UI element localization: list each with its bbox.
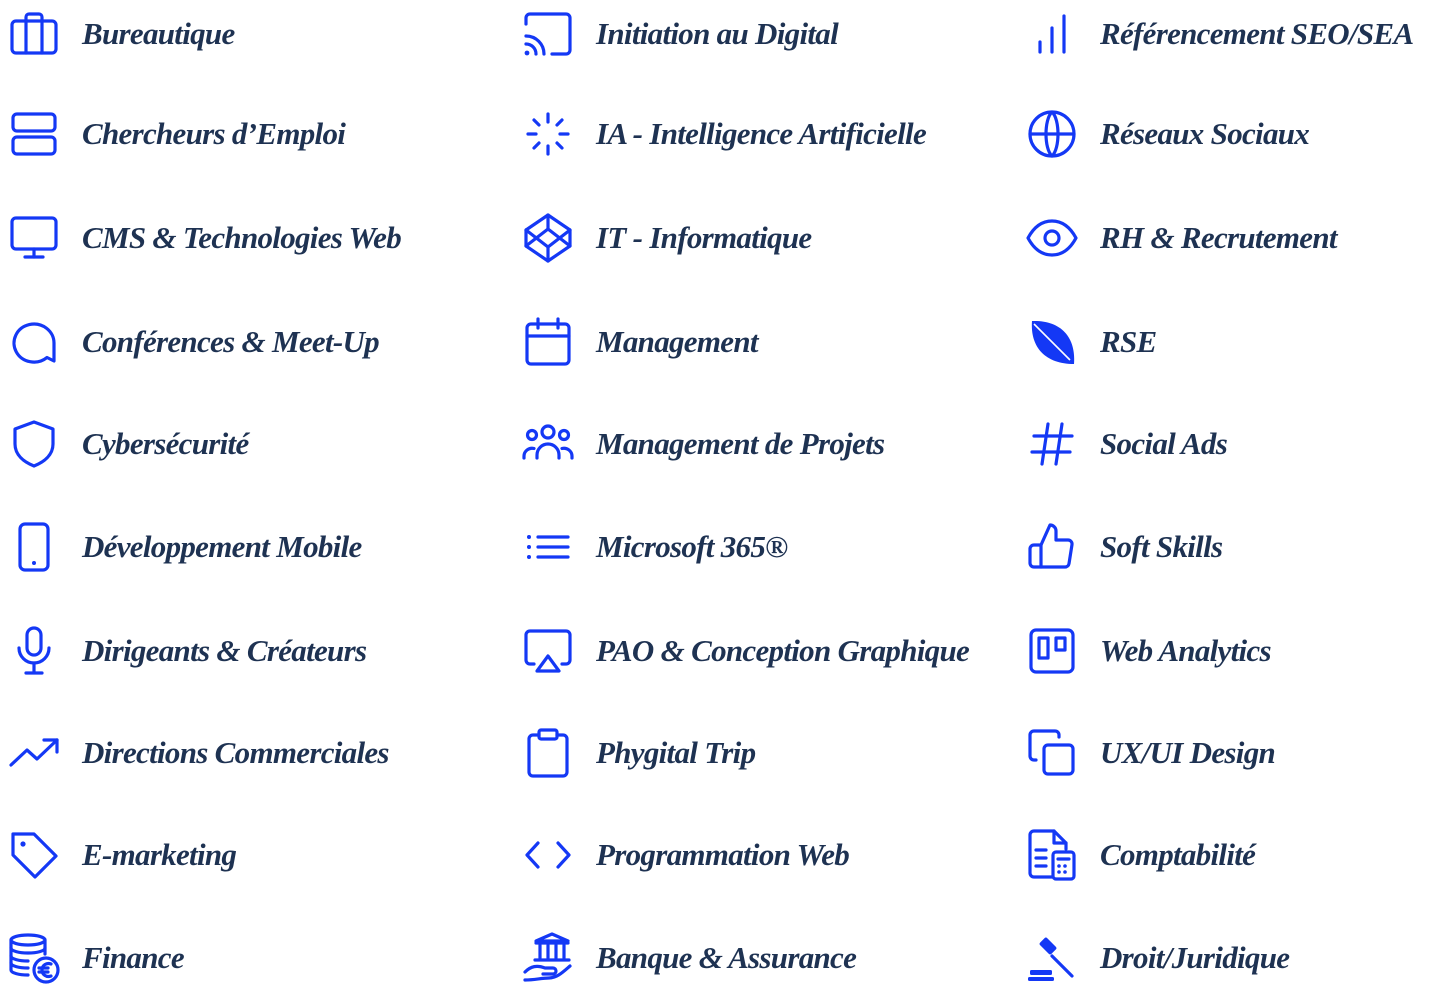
- bar-chart-icon: [1024, 6, 1080, 62]
- microphone-icon: [6, 623, 62, 679]
- shield-icon: [6, 416, 62, 472]
- category-item-management-projets[interactable]: Management de Projets: [520, 414, 885, 474]
- clipboard-icon: [520, 725, 576, 781]
- category-label: Directions Commerciales: [82, 735, 389, 770]
- category-item-management[interactable]: Management: [520, 312, 758, 372]
- category-label: RSE: [1100, 324, 1157, 359]
- accounting-document-icon: [1024, 827, 1080, 883]
- category-item-web-analytics[interactable]: Web Analytics: [1024, 621, 1272, 681]
- category-item-soft-skills[interactable]: Soft Skills: [1024, 517, 1223, 577]
- category-item-developpement-mobile[interactable]: Développement Mobile: [6, 517, 362, 577]
- category-label: Développement Mobile: [82, 529, 362, 564]
- category-item-it-informatique[interactable]: IT - Informatique: [520, 208, 812, 268]
- cast-icon: [520, 6, 576, 62]
- category-label: Banque & Assurance: [596, 940, 857, 975]
- category-label: UX/UI Design: [1100, 735, 1276, 770]
- thumbs-up-icon: [1024, 519, 1080, 575]
- category-item-chercheurs-emploi[interactable]: Chercheurs d’Emploi: [6, 104, 346, 164]
- list-icon: [520, 519, 576, 575]
- category-item-finance[interactable]: Finance: [6, 928, 185, 988]
- users-group-icon: [520, 416, 576, 472]
- category-label: Phygital Trip: [596, 735, 756, 770]
- category-label: Initiation au Digital: [596, 16, 839, 51]
- calendar-icon: [520, 314, 576, 370]
- chat-bubble-icon: [6, 314, 62, 370]
- category-label: Comptabilité: [1100, 837, 1256, 872]
- briefcase-icon: [6, 6, 62, 62]
- coins-euro-icon: [6, 930, 62, 986]
- category-label: CMS & Technologies Web: [82, 220, 402, 255]
- smartphone-icon: [6, 519, 62, 575]
- copy-icon: [1024, 725, 1080, 781]
- category-item-dirigeants-createurs[interactable]: Dirigeants & Créateurs: [6, 621, 367, 681]
- category-item-reseaux-sociaux[interactable]: Réseaux Sociaux: [1024, 104, 1310, 164]
- monitor-icon: [6, 210, 62, 266]
- globe-icon: [1024, 106, 1080, 162]
- trello-icon: [1024, 623, 1080, 679]
- category-item-comptabilite[interactable]: Comptabilité: [1024, 825, 1256, 885]
- category-item-pao-conception[interactable]: PAO & Conception Graphique: [520, 621, 970, 681]
- category-item-bureautique[interactable]: Bureautique: [6, 4, 235, 64]
- category-item-referencement[interactable]: Référencement SEO/SEA: [1024, 4, 1414, 64]
- category-label: Microsoft 365®: [596, 529, 788, 564]
- hashtag-icon: [1024, 416, 1080, 472]
- training-categories-grid: Bureautique Chercheurs d’Emploi CMS & Te…: [0, 0, 1439, 984]
- category-item-initiation-digital[interactable]: Initiation au Digital: [520, 4, 839, 64]
- category-item-e-marketing[interactable]: E-marketing: [6, 825, 237, 885]
- gavel-icon: [1024, 930, 1080, 986]
- category-label: IA - Intelligence Artificielle: [596, 116, 927, 151]
- code-brackets-icon: [520, 827, 576, 883]
- category-label: Réseaux Sociaux: [1100, 116, 1310, 151]
- trending-up-icon: [6, 725, 62, 781]
- category-item-microsoft-365[interactable]: Microsoft 365®: [520, 517, 788, 577]
- tag-icon: [6, 827, 62, 883]
- category-item-social-ads[interactable]: Social Ads: [1024, 414, 1228, 474]
- eye-icon: [1024, 210, 1080, 266]
- category-item-rh-recrutement[interactable]: RH & Recrutement: [1024, 208, 1338, 268]
- server-icon: [6, 106, 62, 162]
- category-item-ux-ui-design[interactable]: UX/UI Design: [1024, 723, 1276, 783]
- category-item-phygital-trip[interactable]: Phygital Trip: [520, 723, 756, 783]
- category-item-droit-juridique[interactable]: Droit/Juridique: [1024, 928, 1290, 988]
- category-item-directions-commerciales[interactable]: Directions Commerciales: [6, 723, 389, 783]
- category-label: Management de Projets: [596, 426, 885, 461]
- category-item-banque-assurance[interactable]: Banque & Assurance: [520, 928, 857, 988]
- category-label: Droit/Juridique: [1100, 940, 1290, 975]
- category-label: Social Ads: [1100, 426, 1228, 461]
- category-label: Web Analytics: [1100, 633, 1272, 668]
- category-label: E-marketing: [82, 837, 237, 872]
- loader-icon: [520, 106, 576, 162]
- category-item-conferences-meetup[interactable]: Conférences & Meet-Up: [6, 312, 380, 372]
- category-label: Cybersécurité: [82, 426, 249, 461]
- category-label: RH & Recrutement: [1100, 220, 1338, 255]
- category-item-cms-technologies-web[interactable]: CMS & Technologies Web: [6, 208, 402, 268]
- category-label: Management: [596, 324, 758, 359]
- category-label: Dirigeants & Créateurs: [82, 633, 367, 668]
- leaf-icon: [1024, 314, 1080, 370]
- category-item-cybersecurite[interactable]: Cybersécurité: [6, 414, 249, 474]
- category-label: Référencement SEO/SEA: [1100, 16, 1414, 51]
- category-label: Programmation Web: [596, 837, 850, 872]
- category-label: Conférences & Meet-Up: [82, 324, 380, 359]
- category-label: Finance: [82, 940, 185, 975]
- category-label: PAO & Conception Graphique: [596, 633, 970, 668]
- category-label: Chercheurs d’Emploi: [82, 116, 346, 151]
- category-label: Soft Skills: [1100, 529, 1223, 564]
- bank-hand-icon: [520, 930, 576, 986]
- category-item-ia[interactable]: IA - Intelligence Artificielle: [520, 104, 927, 164]
- category-item-rse[interactable]: RSE: [1024, 312, 1157, 372]
- category-label: Bureautique: [82, 16, 235, 51]
- category-item-programmation-web[interactable]: Programmation Web: [520, 825, 850, 885]
- category-label: IT - Informatique: [596, 220, 812, 255]
- codepen-icon: [520, 210, 576, 266]
- airplay-icon: [520, 623, 576, 679]
